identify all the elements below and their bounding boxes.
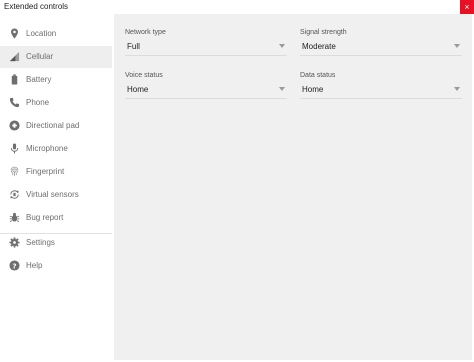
window-title: Extended controls (4, 2, 69, 11)
signal-strength-value: Moderate (302, 42, 336, 51)
sidebar-item-directional-pad[interactable]: Directional pad (0, 115, 112, 137)
sidebar-item-label: Help (26, 261, 43, 270)
data-status-value: Home (302, 85, 324, 94)
sidebar-item-settings[interactable]: Settings (0, 232, 112, 254)
sidebar-item-battery[interactable]: Battery (0, 69, 112, 91)
sidebar-item-phone[interactable]: Phone (0, 92, 112, 114)
chevron-down-icon (279, 87, 285, 91)
help-icon: ? (9, 260, 20, 271)
title-bar: Extended controls × (0, 0, 474, 14)
sidebar-item-label: Fingerprint (26, 167, 65, 176)
fingerprint-icon (9, 166, 20, 177)
sidebar-item-label: Virtual sensors (26, 190, 79, 199)
network-type-label: Network type (125, 29, 166, 36)
gear-icon (9, 237, 20, 248)
network-type-select[interactable]: Full (125, 39, 287, 56)
sidebar-item-fingerprint[interactable]: Fingerprint (0, 161, 112, 183)
data-status-label: Data status (300, 72, 336, 79)
sidebar-item-label: Directional pad (26, 121, 80, 130)
sidebar-item-label: Phone (26, 98, 50, 107)
svg-text:?: ? (12, 261, 16, 270)
microphone-icon (9, 143, 20, 154)
bug-icon (9, 212, 20, 223)
network-type-value: Full (127, 42, 140, 51)
chevron-down-icon (279, 44, 285, 48)
sidebar-item-label: Bug report (26, 213, 64, 222)
signal-strength-select[interactable]: Moderate (300, 39, 462, 56)
sidebar-item-label: Battery (26, 75, 52, 84)
sidebar-item-microphone[interactable]: Microphone (0, 138, 112, 160)
voice-status-value: Home (127, 85, 149, 94)
chevron-down-icon (454, 87, 460, 91)
sidebar-item-cellular[interactable]: Cellular (0, 46, 112, 68)
close-button[interactable]: × (460, 0, 474, 14)
cellular-panel: Network type Full Signal strength Modera… (114, 14, 472, 360)
phone-icon (9, 97, 20, 108)
sidebar-item-help[interactable]: ? Help (0, 255, 112, 277)
sidebar: Location Cellular Battery Phone Directio… (0, 14, 112, 362)
sidebar-item-bug-report[interactable]: Bug report (0, 207, 112, 229)
sidebar-item-label: Settings (26, 238, 55, 247)
voice-status-label: Voice status (125, 72, 163, 79)
sidebar-item-label: Location (26, 29, 57, 38)
data-status-select[interactable]: Home (300, 82, 462, 99)
dpad-icon (9, 120, 20, 131)
sidebar-item-label: Cellular (26, 52, 54, 61)
sidebar-item-label: Microphone (26, 144, 68, 153)
signal-strength-label: Signal strength (300, 29, 347, 36)
battery-icon (9, 74, 20, 85)
sidebar-item-location[interactable]: Location (0, 23, 112, 45)
rotation-icon (9, 189, 20, 200)
location-pin-icon (9, 28, 20, 39)
cellular-signal-icon (9, 51, 20, 62)
sidebar-item-virtual-sensors[interactable]: Virtual sensors (0, 184, 112, 206)
voice-status-select[interactable]: Home (125, 82, 287, 99)
chevron-down-icon (454, 44, 460, 48)
